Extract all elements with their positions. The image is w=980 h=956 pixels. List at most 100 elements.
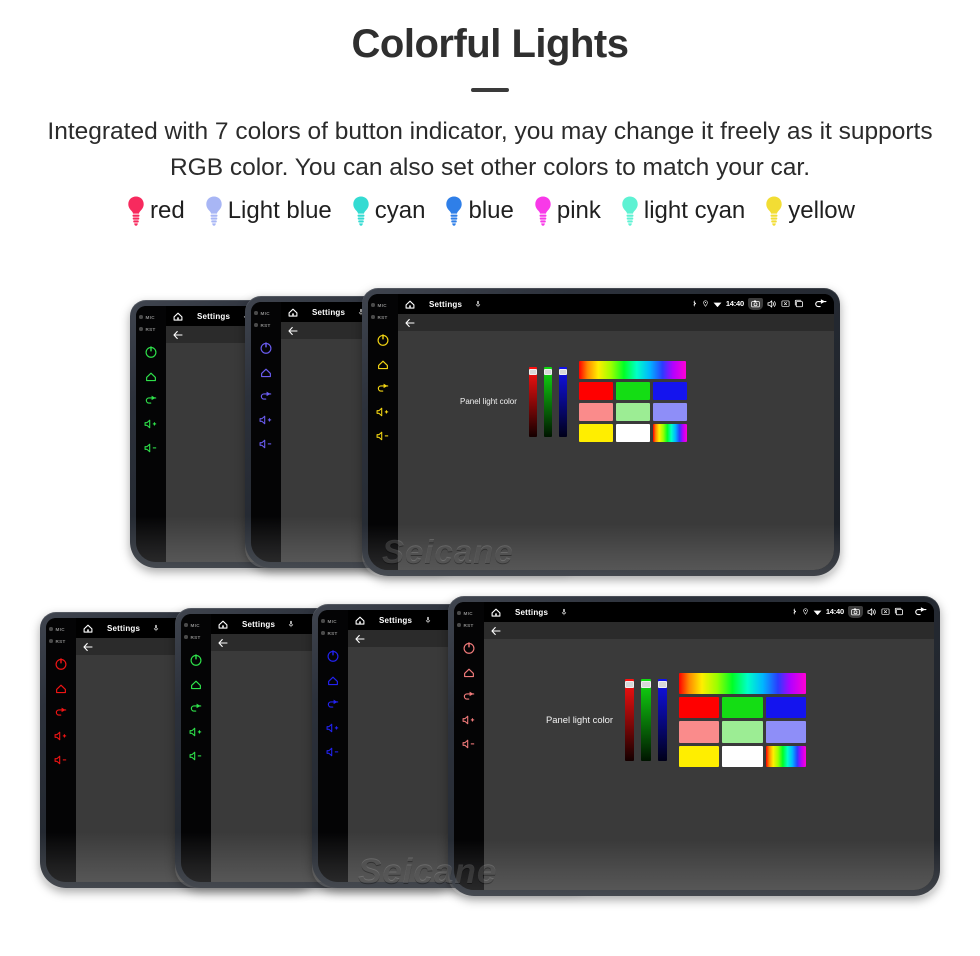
hue-spectrum-bar[interactable]	[679, 673, 806, 695]
power-icon[interactable]	[54, 657, 68, 671]
home-outline-icon[interactable]	[259, 365, 273, 379]
back-arrow-icon[interactable]	[189, 701, 203, 715]
speaker-icon[interactable]	[867, 607, 877, 617]
slider-knob[interactable]	[625, 680, 635, 688]
swatch-green[interactable]	[615, 382, 650, 400]
swatch-rainbow[interactable]	[652, 424, 687, 442]
swatch-salmon[interactable]	[679, 721, 720, 743]
camera-icon[interactable]	[848, 606, 863, 618]
home-icon[interactable]	[354, 614, 366, 626]
volume-down-icon[interactable]	[376, 429, 390, 443]
slider-knob[interactable]	[558, 368, 567, 375]
home-icon[interactable]	[287, 306, 299, 318]
recents-icon[interactable]	[794, 299, 804, 308]
back-arrow-icon[interactable]	[82, 641, 94, 653]
volume-down-icon[interactable]	[189, 749, 203, 763]
x-box-icon[interactable]	[781, 300, 790, 308]
volume-up-icon[interactable]	[144, 417, 158, 431]
home-icon[interactable]	[172, 310, 184, 322]
swatch-periwinkle[interactable]	[652, 403, 687, 421]
volume-down-icon[interactable]	[462, 737, 476, 751]
home-outline-icon[interactable]	[144, 369, 158, 383]
slider-knob[interactable]	[543, 368, 552, 375]
head-unit-yellow[interactable]: MIC RST Settings 14:40 Panel light color	[362, 288, 840, 576]
red-slider[interactable]	[625, 678, 635, 762]
recents-icon[interactable]	[894, 607, 904, 616]
microphone-icon[interactable]	[152, 624, 160, 632]
slider-knob[interactable]	[657, 680, 668, 688]
microphone-icon[interactable]	[474, 300, 482, 308]
back-arrow-icon[interactable]	[287, 325, 299, 337]
power-icon[interactable]	[189, 653, 203, 667]
home-outline-icon[interactable]	[326, 673, 340, 687]
volume-down-icon[interactable]	[144, 441, 158, 455]
back-arrow-icon[interactable]	[259, 389, 273, 403]
home-icon[interactable]	[490, 606, 502, 618]
swatch-blue[interactable]	[765, 697, 806, 719]
power-icon[interactable]	[462, 641, 476, 655]
back-arrow-icon[interactable]	[217, 637, 229, 649]
back-arrow-icon[interactable]	[326, 697, 340, 711]
swatch-periwinkle[interactable]	[765, 721, 806, 743]
volume-up-icon[interactable]	[462, 713, 476, 727]
volume-up-icon[interactable]	[54, 729, 68, 743]
volume-down-icon[interactable]	[54, 753, 68, 767]
volume-up-icon[interactable]	[326, 721, 340, 735]
swatch-lightgreen[interactable]	[722, 721, 763, 743]
home-outline-icon[interactable]	[54, 681, 68, 695]
back-arrow-icon[interactable]	[913, 606, 927, 618]
red-slider[interactable]	[528, 366, 537, 437]
back-arrow-icon[interactable]	[490, 625, 502, 637]
volume-up-icon[interactable]	[376, 405, 390, 419]
volume-down-icon[interactable]	[326, 745, 340, 759]
home-outline-icon[interactable]	[376, 357, 390, 371]
swatch-red[interactable]	[679, 697, 720, 719]
swatch-lightgreen[interactable]	[615, 403, 650, 421]
microphone-icon[interactable]	[560, 608, 568, 616]
green-slider[interactable]	[543, 366, 552, 437]
swatch-white[interactable]	[722, 745, 763, 767]
x-box-icon[interactable]	[881, 608, 890, 616]
android-screen[interactable]: Settings 14:40 Panel light color	[398, 294, 834, 570]
swatch-green[interactable]	[722, 697, 763, 719]
back-arrow-icon[interactable]	[376, 381, 390, 395]
home-outline-icon[interactable]	[462, 665, 476, 679]
back-arrow-icon[interactable]	[54, 705, 68, 719]
power-icon[interactable]	[259, 341, 273, 355]
swatch-white[interactable]	[615, 424, 650, 442]
swatch-salmon[interactable]	[578, 403, 613, 421]
slider-knob[interactable]	[641, 680, 651, 688]
green-slider[interactable]	[641, 678, 651, 762]
microphone-icon[interactable]	[287, 620, 295, 628]
camera-icon[interactable]	[748, 298, 763, 310]
volume-up-icon[interactable]	[259, 413, 273, 427]
swatch-blue[interactable]	[652, 382, 687, 400]
home-icon[interactable]	[82, 622, 94, 634]
speaker-icon[interactable]	[767, 299, 777, 309]
power-icon[interactable]	[376, 333, 390, 347]
head-unit-salmon[interactable]: MIC RST Settings 14:40 Panel light color	[448, 596, 940, 896]
power-icon[interactable]	[144, 345, 158, 359]
power-icon[interactable]	[326, 649, 340, 663]
back-arrow-icon[interactable]	[172, 329, 184, 341]
back-arrow-icon[interactable]	[404, 317, 416, 329]
back-arrow-icon[interactable]	[462, 689, 476, 703]
swatch-red[interactable]	[578, 382, 613, 400]
back-arrow-icon[interactable]	[354, 633, 366, 645]
home-icon[interactable]	[217, 618, 229, 630]
swatch-yellow[interactable]	[679, 745, 720, 767]
back-arrow-icon[interactable]	[813, 298, 827, 310]
microphone-icon[interactable]	[424, 616, 432, 624]
back-arrow-icon[interactable]	[144, 393, 158, 407]
volume-down-icon[interactable]	[259, 437, 273, 451]
swatch-rainbow[interactable]	[765, 745, 806, 767]
blue-slider[interactable]	[558, 366, 567, 437]
blue-slider[interactable]	[657, 678, 668, 762]
home-outline-icon[interactable]	[189, 677, 203, 691]
hue-spectrum-bar[interactable]	[578, 361, 686, 379]
android-screen[interactable]: Settings 14:40 Panel light color	[484, 602, 934, 890]
home-icon[interactable]	[404, 298, 416, 310]
slider-knob[interactable]	[528, 368, 537, 375]
swatch-yellow[interactable]	[578, 424, 613, 442]
volume-up-icon[interactable]	[189, 725, 203, 739]
